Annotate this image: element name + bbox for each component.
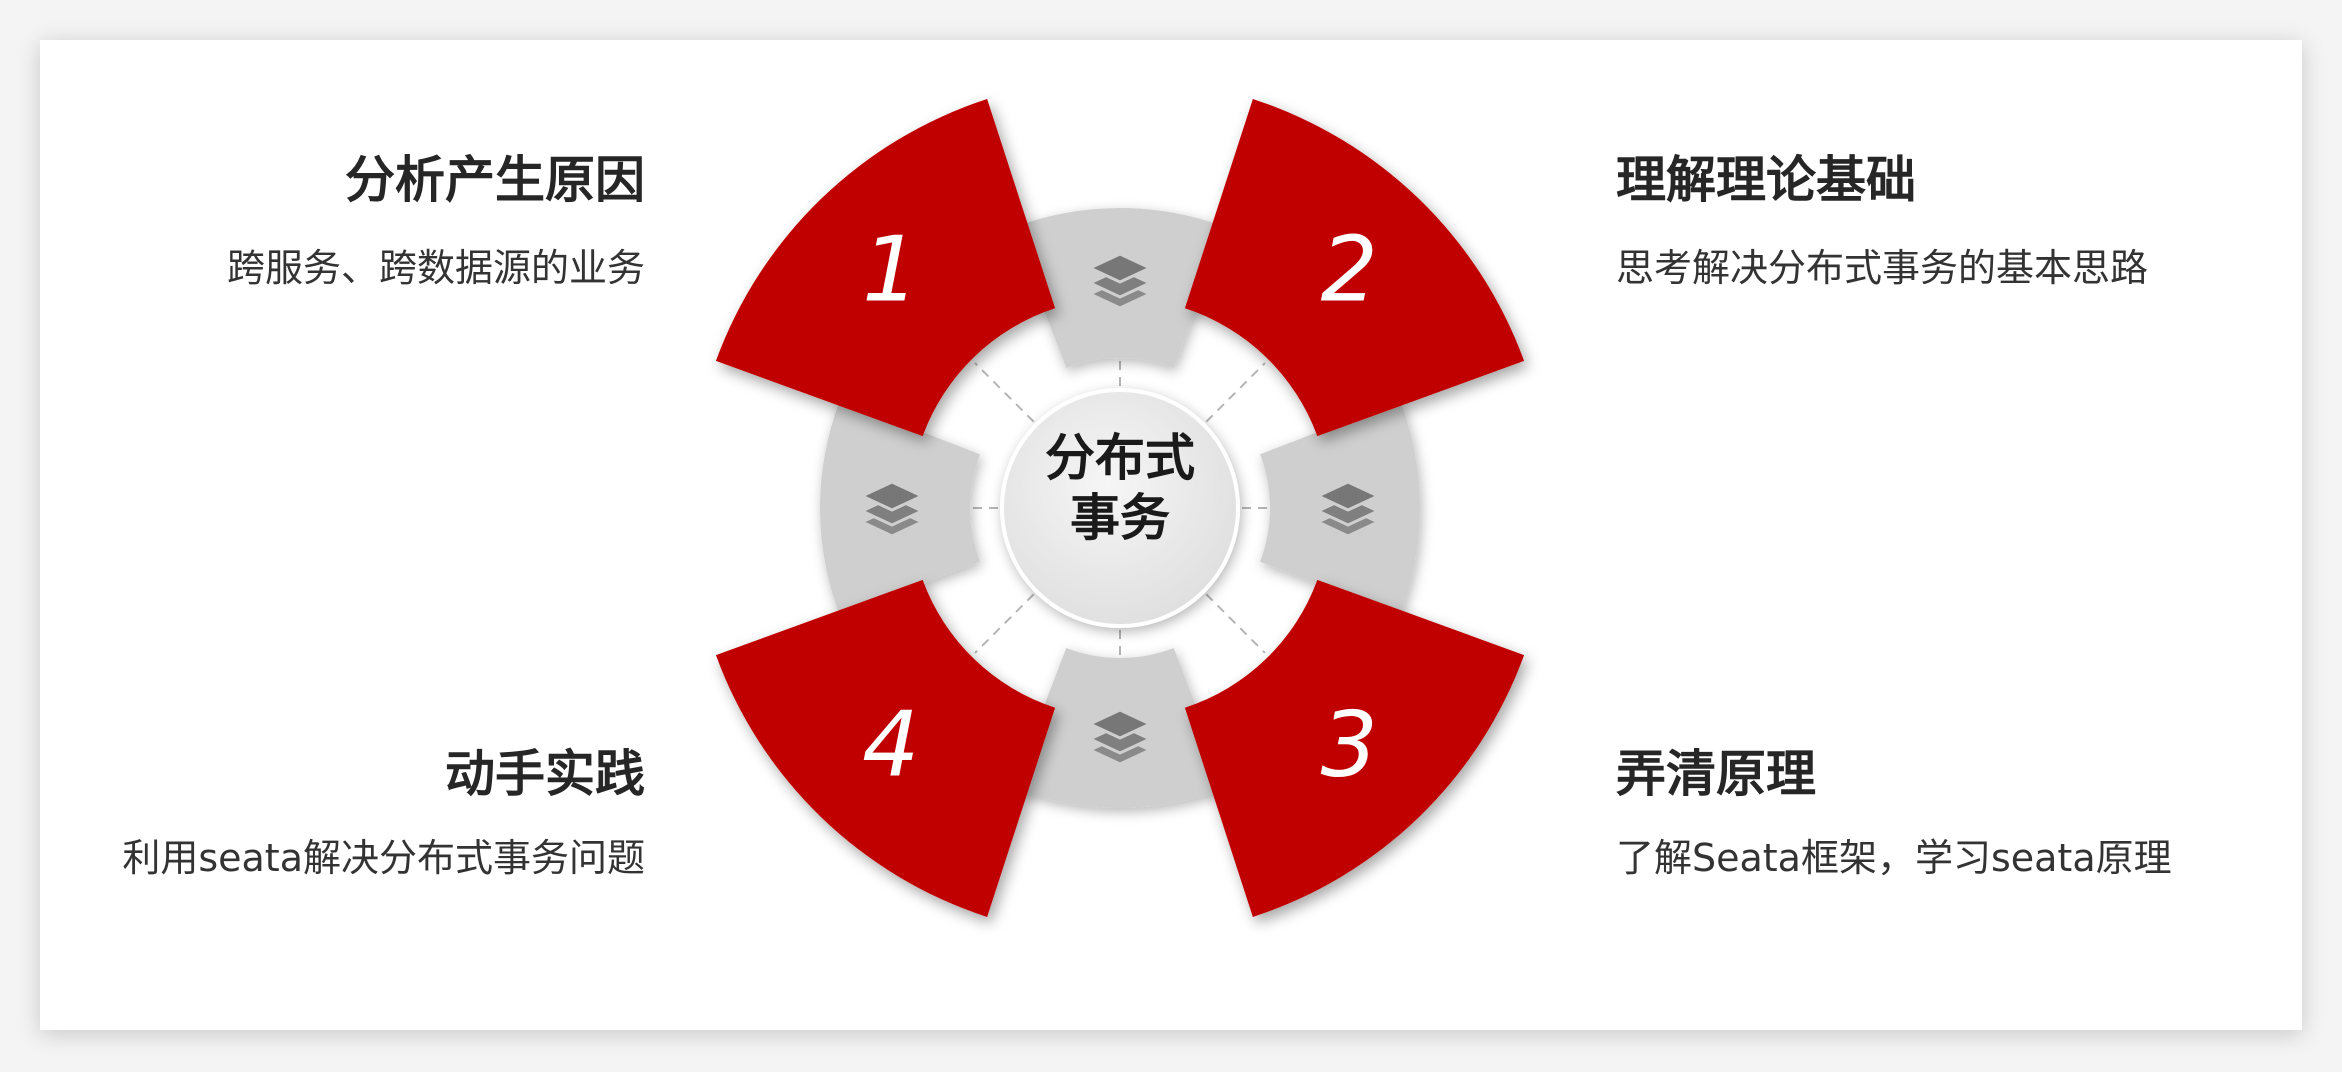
item-2-title: 理解理论基础 <box>1616 151 1916 209</box>
segment-number-4: 4 <box>862 692 919 797</box>
item-2-desc: 思考解决分布式事务的基本思路 <box>1616 246 2149 290</box>
item-3-desc: 了解Seata框架，学习seata原理 <box>1616 836 2172 880</box>
item-1-desc: 跨服务、跨数据源的业务 <box>226 246 645 290</box>
center-label-line1: 分布式 <box>1045 429 1195 487</box>
center-label-line2: 事务 <box>1070 489 1170 547</box>
item-1-title: 分析产生原因 <box>345 151 645 209</box>
connector-line <box>974 362 1035 423</box>
segment-number-1: 1 <box>862 218 919 323</box>
center-label: 分布式 事务 <box>1020 428 1220 548</box>
item-4-title: 动手实践 <box>445 745 645 803</box>
connector-line <box>974 593 1035 654</box>
connector-line <box>1205 593 1266 654</box>
item-4-desc: 利用seata解决分布式事务问题 <box>122 836 645 880</box>
segment-number-2: 2 <box>1321 218 1378 323</box>
connector-line <box>1205 362 1266 423</box>
segment-number-3: 3 <box>1321 692 1378 797</box>
item-3-title: 弄清原理 <box>1616 745 1816 803</box>
